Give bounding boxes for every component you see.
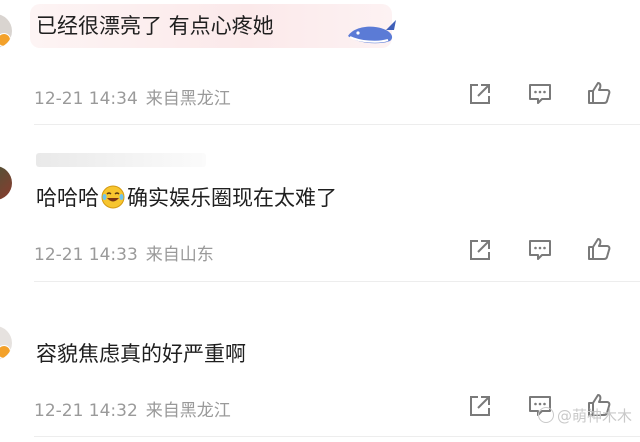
comment-text: 哈哈哈 确实娱乐圈现在太难了	[36, 184, 337, 212]
comment-meta: 12-21 14:34 来自黑龙江	[34, 84, 239, 109]
share-button[interactable]	[467, 81, 493, 107]
share-icon	[470, 396, 490, 416]
comment-button[interactable]	[527, 81, 553, 107]
avatar[interactable]	[0, 326, 12, 360]
comment-meta: 12-21 14:32 来自黑龙江	[34, 396, 239, 421]
watermark-text: @萌神木木	[556, 407, 632, 425]
comment-location: 来自山东	[145, 245, 214, 265]
comment-text: 容貌焦虑真的好严重啊	[36, 342, 246, 366]
like-button[interactable]	[586, 80, 612, 106]
thumbs-up-icon	[588, 238, 611, 260]
comment-time: 12-21 14:33	[34, 245, 138, 265]
verified-badge-icon	[0, 33, 11, 47]
watermark-logo-icon	[537, 407, 554, 423]
share-icon	[470, 240, 490, 260]
divider	[34, 124, 640, 125]
comment-icon	[529, 240, 551, 260]
watermark: @萌神木木	[537, 405, 632, 426]
comment-meta: 12-21 14:33 来自山东	[34, 240, 222, 265]
comment-icon	[529, 84, 551, 104]
share-button[interactable]	[467, 393, 493, 419]
comment-text: 已经很漂亮了 有点心疼她	[36, 14, 274, 38]
laughing-tears-emoji-icon	[101, 185, 125, 209]
comment-time: 12-21 14:32	[34, 401, 138, 421]
comment-button[interactable]	[527, 237, 553, 263]
comment-location: 来自黑龙江	[145, 89, 231, 109]
share-button[interactable]	[467, 237, 493, 263]
comment-text-part-2: 确实娱乐圈现在太难了	[127, 186, 337, 210]
username-blurred	[36, 153, 206, 167]
whale-sticker-icon	[348, 20, 396, 44]
like-button[interactable]	[586, 236, 612, 262]
divider	[34, 436, 640, 437]
comment-location: 来自黑龙江	[145, 401, 231, 421]
comment-time: 12-21 14:34	[34, 89, 138, 109]
divider	[34, 281, 640, 282]
thumbs-up-icon	[588, 82, 611, 104]
avatar[interactable]	[0, 14, 12, 48]
comment-text-part-1: 哈哈哈	[36, 186, 99, 210]
avatar[interactable]	[0, 166, 12, 200]
verified-badge-icon	[0, 345, 11, 359]
share-icon	[470, 84, 490, 104]
